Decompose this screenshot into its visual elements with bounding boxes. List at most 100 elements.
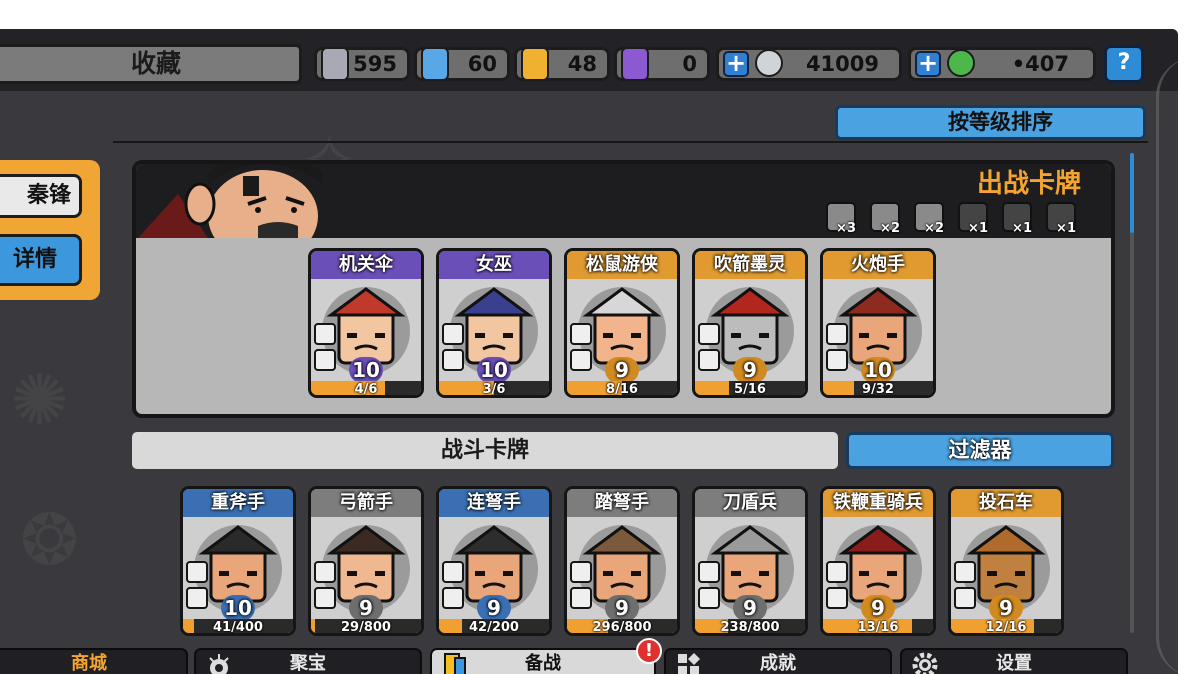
card-progress-text: 12/16: [985, 620, 1027, 635]
hero-detail-button[interactable]: 详情: [0, 234, 82, 286]
nav-tab-shop[interactable]: 商城: [0, 648, 188, 674]
unit-card[interactable]: 投石车 9 12/16: [948, 486, 1064, 636]
nav-tab-treasure[interactable]: 聚宝: [194, 648, 422, 674]
sword-icon: [570, 561, 592, 583]
nav-label: 备战: [525, 653, 561, 674]
horse-icon: [954, 587, 976, 609]
nav-tab-settings[interactable]: 设置: [900, 648, 1128, 674]
unit-card[interactable]: 火炮手 10 9/32: [820, 248, 936, 398]
unit-card[interactable]: 吹箭墨灵 9 5/16: [692, 248, 808, 398]
card-progress-text: 41/400: [213, 620, 263, 635]
card-name: 重斧手: [183, 489, 293, 517]
card-level: 10: [477, 357, 511, 383]
card-level: 10: [349, 357, 383, 383]
card-level: 9: [605, 357, 639, 383]
card-level: 9: [733, 595, 767, 621]
card-name: 刀盾兵: [695, 489, 805, 517]
crossbow-icon: [314, 323, 336, 345]
top-bar: 收藏 595 60 48 0 + 41009 + •407 ?: [0, 29, 1178, 91]
treasure-icon: [206, 652, 232, 674]
gold-crest-value: 48: [567, 52, 597, 76]
card-progress-text: 13/16: [857, 620, 899, 635]
card-progress-text: 42/200: [469, 620, 519, 635]
armor-icon: ×1: [1046, 202, 1076, 236]
silver-shard-counter[interactable]: 595: [314, 47, 410, 81]
cards-icon: [442, 652, 468, 674]
helmet-icon: [314, 349, 336, 371]
card-level: 9: [989, 595, 1023, 621]
add-coins-button[interactable]: +: [723, 51, 749, 77]
card-name: 铁鞭重骑兵: [823, 489, 933, 517]
horse-icon: [186, 587, 208, 609]
nav-tab-achievement[interactable]: 成就: [664, 648, 892, 674]
crossbow-icon: [442, 323, 464, 345]
sword-icon: [698, 561, 720, 583]
sword-icon: [826, 561, 848, 583]
unit-card[interactable]: 铁鞭重骑兵 9 13/16: [820, 486, 936, 636]
hero-portrait: [138, 164, 328, 238]
horse-icon: [698, 587, 720, 609]
gem-value: •407: [1011, 52, 1069, 76]
card-level: 9: [733, 357, 767, 383]
help-button[interactable]: ?: [1104, 45, 1144, 83]
unit-card[interactable]: 松鼠游侠 9 8/16: [564, 248, 680, 398]
crossbow-icon: [570, 323, 592, 345]
horse-icon: [314, 587, 336, 609]
horse-icon: [570, 587, 592, 609]
crossbow-icon: ×3: [826, 202, 856, 236]
deck-title: 出战卡牌: [976, 169, 1081, 199]
unit-card[interactable]: 踏弩手 9 296/800: [564, 486, 680, 636]
blue-crystal-counter[interactable]: 60: [414, 47, 510, 81]
sword-icon: [186, 561, 208, 583]
nav-label: 设置: [996, 653, 1032, 674]
unit-card[interactable]: 重斧手 10 41/400: [180, 486, 296, 636]
crossbow-icon: [826, 323, 848, 345]
unit-card[interactable]: 刀盾兵 9 238/800: [692, 486, 808, 636]
slot-multiplier: ×1: [968, 221, 988, 236]
sword-icon: [442, 561, 464, 583]
add-gems-button[interactable]: +: [915, 51, 941, 77]
unit-card[interactable]: 女巫 10 3/6: [436, 248, 552, 398]
deck-panel: 出战卡牌 ×3 ×2 ×2 ×1 ×1 ×1 机关伞 10 4/6 女巫 10 3/6 松鼠游侠 9 8/…: [132, 160, 1115, 418]
sort-by-level-button[interactable]: 按等级排序: [835, 105, 1146, 140]
gold-crest-counter[interactable]: 48: [514, 47, 610, 81]
nav-label: 成就: [760, 653, 796, 674]
background-emblem: ✺: [10, 359, 69, 441]
nav-tab-prepare[interactable]: 备战: [430, 648, 656, 674]
horse-icon: [826, 587, 848, 609]
card-name: 连弩手: [439, 489, 549, 517]
slot-multiplier: ×1: [1012, 221, 1032, 236]
helmet-icon: [698, 349, 720, 371]
scrollbar-thumb[interactable]: [1130, 153, 1134, 233]
card-progress-text: 5/16: [734, 382, 766, 397]
coin-icon: [755, 49, 783, 77]
card-level: 9: [861, 595, 895, 621]
silver-shard-value: 595: [353, 52, 397, 76]
card-name: 机关伞: [311, 251, 421, 279]
card-name: 投石车: [951, 489, 1061, 517]
battle-cards-title: 战斗卡牌: [132, 432, 838, 469]
gear-icon: [912, 652, 938, 674]
card-name: 火炮手: [823, 251, 933, 279]
purple-crest-counter[interactable]: 0: [614, 47, 710, 81]
card-progress-text: 3/6: [482, 382, 506, 397]
card-progress-text: 8/16: [606, 382, 638, 397]
sword-icon: [314, 561, 336, 583]
blue-crystal-value: 60: [467, 52, 497, 76]
unit-card[interactable]: 弓箭手 9 29/800: [308, 486, 424, 636]
card-level: 9: [349, 595, 383, 621]
game-screen: ✺ ❂ ✦ ✧ 收藏 595 60 48 0 + 41009 + •407: [0, 29, 1178, 674]
skull-icon: ×2: [870, 202, 900, 236]
card-name: 松鼠游侠: [567, 251, 677, 279]
helmet-icon: [570, 349, 592, 371]
slot-multiplier: ×3: [836, 221, 856, 236]
unit-card[interactable]: 连弩手 9 42/200: [436, 486, 552, 636]
gold-crest-icon: [521, 47, 549, 81]
filter-button[interactable]: 过滤器: [846, 432, 1114, 469]
silver-shard-icon: [321, 47, 349, 81]
card-progress-text: 29/800: [341, 620, 391, 635]
background-emblem: ❂: [20, 499, 79, 581]
nav-label: 聚宝: [290, 653, 326, 674]
unit-card[interactable]: 机关伞 10 4/6: [308, 248, 424, 398]
helmet-icon: ×2: [914, 202, 944, 236]
